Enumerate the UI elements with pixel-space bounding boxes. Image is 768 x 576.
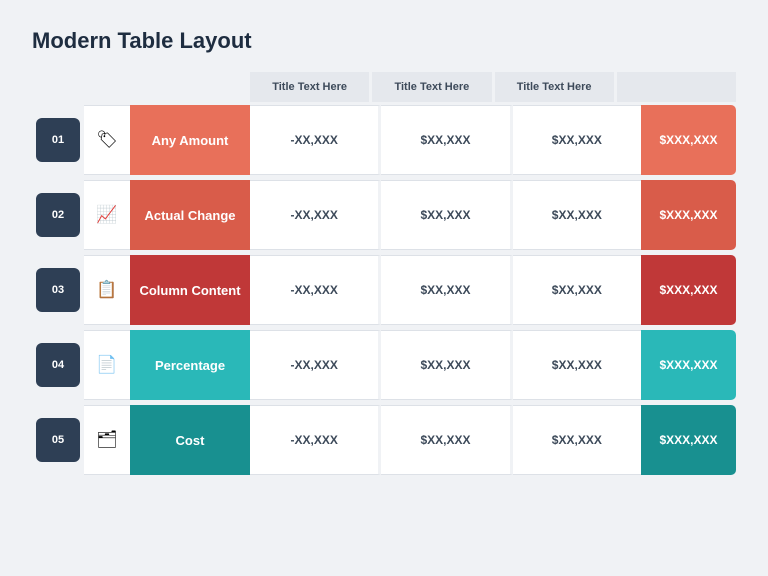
row-data-cols: -XX,XXX $XX,XXX $XX,XXX — [250, 105, 641, 175]
row-icon: 🗂 — [84, 405, 130, 475]
table-row: 01 🏷 Any Amount -XX,XXX $XX,XXX $XX,XXX … — [32, 105, 736, 175]
table-row: 03 📋 Column Content -XX,XXX $XX,XXX $XX,… — [32, 255, 736, 325]
row-badge-col: 04 — [32, 343, 84, 387]
row-number-badge: 02 — [36, 193, 80, 237]
header-col1: Title Text Here — [250, 72, 372, 102]
row-summary: $XXX,XXX — [641, 255, 736, 325]
row-summary: $XXX,XXX — [641, 405, 736, 475]
header-col3: Title Text Here — [495, 72, 617, 102]
row-label: Column Content — [130, 255, 250, 325]
row-col3: $XX,XXX — [513, 405, 641, 475]
row-badge-col: 01 — [32, 118, 84, 162]
row-col3: $XX,XXX — [513, 105, 641, 175]
row-col2: $XX,XXX — [381, 180, 512, 250]
table-row: 02 📈 Actual Change -XX,XXX $XX,XXX $XX,X… — [32, 180, 736, 250]
row-label: Actual Change — [130, 180, 250, 250]
row-label: Percentage — [130, 330, 250, 400]
row-badge-col: 03 — [32, 268, 84, 312]
table-row: 04 📄 Percentage -XX,XXX $XX,XXX $XX,XXX … — [32, 330, 736, 400]
row-icon: 🏷 — [84, 105, 130, 175]
row-data-cols: -XX,XXX $XX,XXX $XX,XXX — [250, 405, 641, 475]
row-col3: $XX,XXX — [513, 330, 641, 400]
table-body: 01 🏷 Any Amount -XX,XXX $XX,XXX $XX,XXX … — [32, 105, 736, 475]
row-data-cols: -XX,XXX $XX,XXX $XX,XXX — [250, 330, 641, 400]
table-row: 05 🗂 Cost -XX,XXX $XX,XXX $XX,XXX $XXX,X… — [32, 405, 736, 475]
row-icon: 📄 — [84, 330, 130, 400]
row-summary: $XXX,XXX — [641, 180, 736, 250]
row-col3: $XX,XXX — [513, 255, 641, 325]
row-col2: $XX,XXX — [381, 405, 512, 475]
row-col1: -XX,XXX — [250, 405, 381, 475]
row-badge-col: 02 — [32, 193, 84, 237]
row-col1: -XX,XXX — [250, 105, 381, 175]
row-col2: $XX,XXX — [381, 255, 512, 325]
row-number-badge: 04 — [36, 343, 80, 387]
row-number-badge: 01 — [36, 118, 80, 162]
row-col1: -XX,XXX — [250, 255, 381, 325]
header-col-end — [617, 72, 736, 102]
row-data-cols: -XX,XXX $XX,XXX $XX,XXX — [250, 180, 641, 250]
row-col1: -XX,XXX — [250, 330, 381, 400]
row-number-badge: 05 — [36, 418, 80, 462]
row-icon: 📋 — [84, 255, 130, 325]
page-title: Modern Table Layout — [32, 28, 736, 54]
row-label: Any Amount — [130, 105, 250, 175]
row-col2: $XX,XXX — [381, 330, 512, 400]
row-label: Cost — [130, 405, 250, 475]
page-container: Modern Table Layout Title Text Here Titl… — [0, 0, 768, 576]
row-number-badge: 03 — [36, 268, 80, 312]
table-header: Title Text Here Title Text Here Title Te… — [32, 72, 736, 102]
row-col2: $XX,XXX — [381, 105, 512, 175]
row-summary: $XXX,XXX — [641, 330, 736, 400]
row-col1: -XX,XXX — [250, 180, 381, 250]
row-icon: 📈 — [84, 180, 130, 250]
row-badge-col: 05 — [32, 418, 84, 462]
row-data-cols: -XX,XXX $XX,XXX $XX,XXX — [250, 255, 641, 325]
header-col2: Title Text Here — [372, 72, 494, 102]
row-col3: $XX,XXX — [513, 180, 641, 250]
row-summary: $XXX,XXX — [641, 105, 736, 175]
